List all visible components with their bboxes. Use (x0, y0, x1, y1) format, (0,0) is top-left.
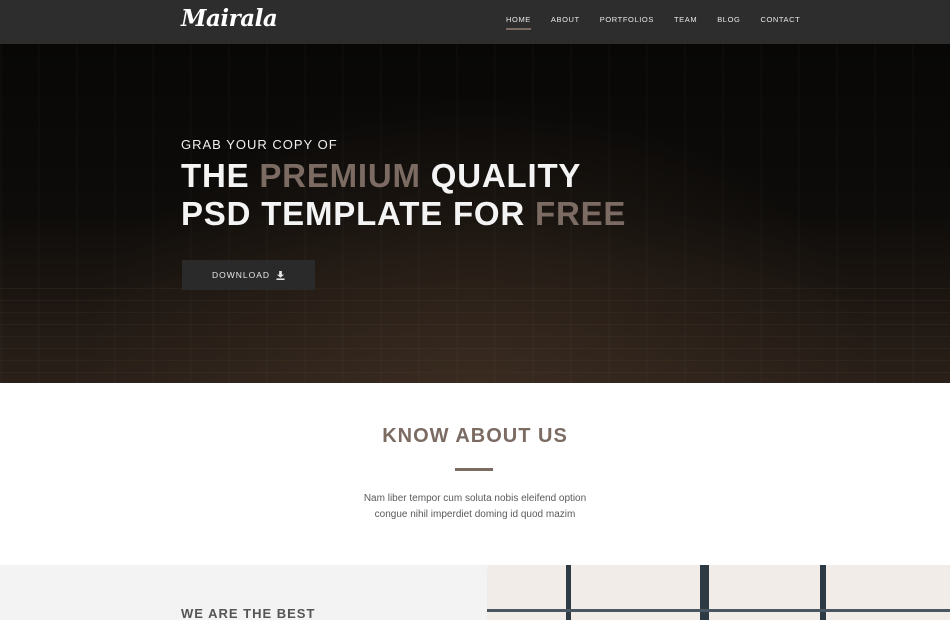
nav-label: TEAM (673, 15, 698, 24)
download-button-label: DOWNLOAD (211, 270, 271, 280)
hero-kicker: GRAB YOUR COPY OF (181, 137, 338, 152)
hero-accent-text: PREMIUM (259, 157, 421, 194)
hero-floor (0, 288, 950, 383)
about-text-line: congue nihil imperdiet doming id quod ma… (374, 509, 576, 520)
hero-section: GRAB YOUR COPY OF THE PREMIUM QUALITY PS… (0, 44, 950, 383)
title-divider (455, 468, 493, 471)
photo-edge (476, 565, 488, 620)
download-button[interactable]: DOWNLOAD (182, 260, 315, 290)
office-photo (487, 565, 950, 620)
hero-accent-text: FREE (535, 195, 627, 232)
best-section: WE ARE THE BEST (0, 565, 950, 620)
download-icon (276, 270, 285, 280)
hero-text: PSD TEMPLATE FOR (181, 195, 535, 232)
hero-title: THE PREMIUM QUALITY PSD TEMPLATE FOR FRE… (181, 157, 626, 233)
about-section: KNOW ABOUT US Nam liber tempor cum solut… (0, 383, 950, 565)
about-title: KNOW ABOUT US (382, 425, 568, 447)
about-text-line: Nam liber tempor cum soluta nobis eleife… (363, 493, 587, 504)
active-indicator (506, 28, 531, 30)
nav-blog[interactable]: BLOG (717, 15, 740, 24)
nav-portfolios[interactable]: PORTFOLIOS (600, 15, 654, 24)
hero-title-line1: THE PREMIUM QUALITY (181, 157, 626, 195)
hero-text: QUALITY (420, 157, 582, 194)
main-nav: HOME ABOUT PORTFOLIOS TEAM BLOG CONTACT (506, 15, 800, 30)
nav-home[interactable]: HOME (506, 15, 531, 30)
navbar: Mairala HOME ABOUT PORTFOLIOS TEAM BLOG … (0, 0, 950, 44)
hero-text: THE (181, 157, 260, 194)
nav-label: CONTACT (760, 15, 801, 24)
nav-about[interactable]: ABOUT (551, 15, 580, 24)
nav-label: HOME (506, 15, 531, 24)
nav-label: ABOUT (550, 15, 580, 24)
about-text: Nam liber tempor cum soluta nobis eleife… (325, 491, 625, 523)
logo[interactable]: Mairala (181, 5, 278, 32)
hero-title-line2: PSD TEMPLATE FOR FREE (181, 195, 626, 233)
best-title: WE ARE THE BEST (181, 606, 316, 620)
nav-team[interactable]: TEAM (674, 15, 697, 24)
nav-contact[interactable]: CONTACT (760, 15, 800, 24)
nav-label: PORTFOLIOS (599, 15, 654, 24)
window-sill (487, 609, 950, 612)
nav-label: BLOG (717, 15, 741, 24)
